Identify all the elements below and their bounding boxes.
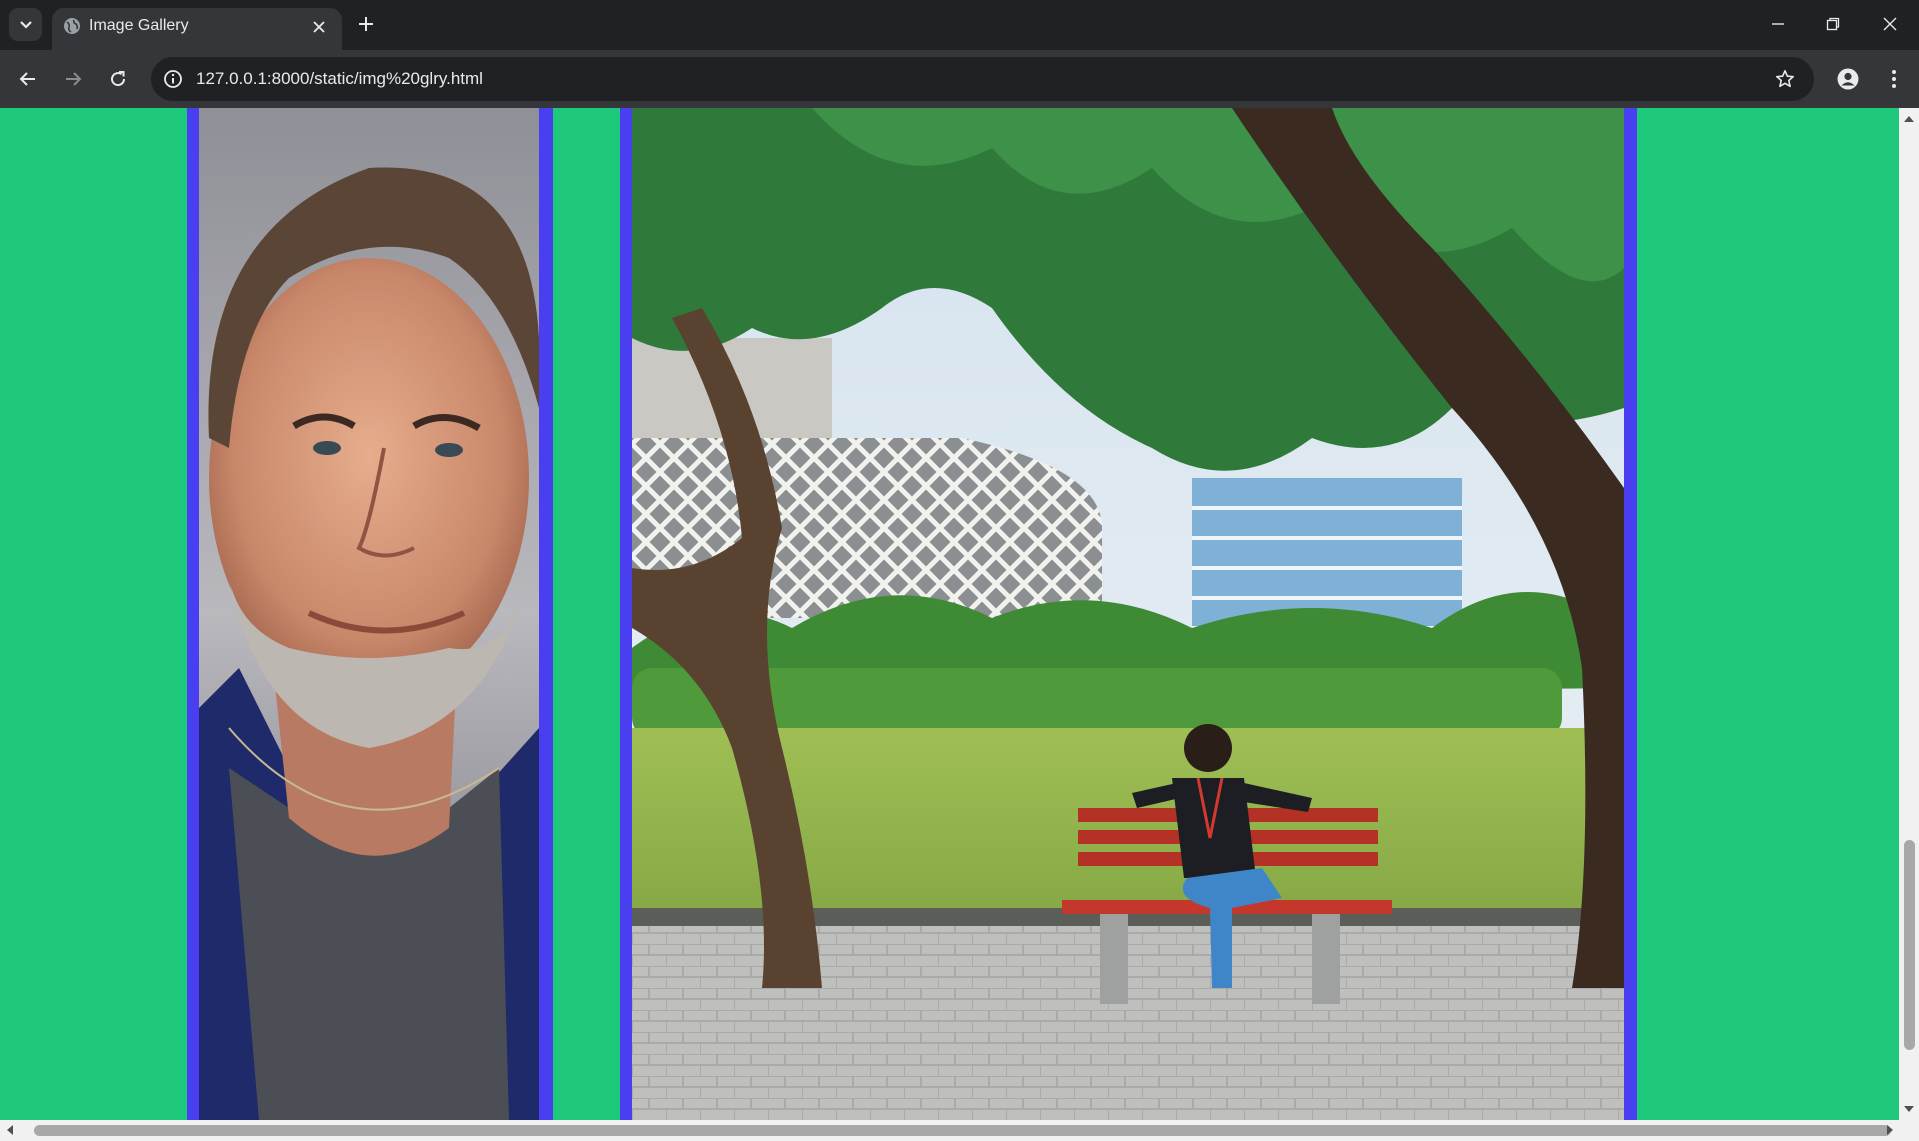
park-bench-photo <box>632 108 1624 1120</box>
scroll-right-arrow-icon[interactable] <box>1887 1125 1893 1135</box>
tab-close-button[interactable] <box>308 16 330 38</box>
tab-strip: Image Gallery <box>0 0 1919 50</box>
scroll-down-arrow-icon[interactable] <box>1904 1106 1914 1112</box>
reload-icon <box>111 71 126 87</box>
portrait-photo <box>199 108 539 1120</box>
site-info-button[interactable] <box>161 67 185 91</box>
minimize-button[interactable] <box>1764 10 1792 38</box>
browser-toolbar: 127.0.0.1:8000/static/img%20glry.html <box>0 50 1919 108</box>
horizontal-scrollbar[interactable] <box>0 1120 1919 1141</box>
tab-title: Image Gallery <box>89 17 189 34</box>
new-tab-button[interactable] <box>354 12 378 36</box>
close-window-button[interactable] <box>1876 10 1904 38</box>
globe-icon <box>64 18 80 34</box>
back-button[interactable] <box>12 63 44 95</box>
tab-search-button[interactable] <box>9 8 42 41</box>
url-text: 127.0.0.1:8000/static/img%20glry.html <box>196 69 483 88</box>
close-icon <box>1883 17 1897 31</box>
arrow-right-icon <box>66 72 82 86</box>
page-body <box>0 108 1899 1120</box>
profile-button[interactable] <box>1832 63 1864 95</box>
plus-icon <box>359 17 373 31</box>
browser-menu-button[interactable] <box>1878 63 1910 95</box>
vertical-scrollbar[interactable] <box>1899 108 1919 1120</box>
bookmark-button[interactable] <box>1773 67 1797 91</box>
active-tab[interactable]: Image Gallery <box>52 8 342 50</box>
restore-icon <box>1826 17 1840 31</box>
forward-button[interactable] <box>57 63 89 95</box>
address-bar[interactable]: 127.0.0.1:8000/static/img%20glry.html <box>151 57 1814 101</box>
person-icon <box>1837 68 1859 90</box>
scroll-left-arrow-icon[interactable] <box>7 1125 13 1135</box>
info-icon <box>164 70 182 88</box>
star-icon <box>1776 70 1794 88</box>
horizontal-scrollbar-thumb[interactable] <box>34 1125 1891 1136</box>
scroll-up-arrow-icon[interactable] <box>1904 116 1914 122</box>
portrait-image <box>199 108 539 1120</box>
reload-button[interactable] <box>102 63 134 95</box>
minimize-icon <box>1772 23 1784 25</box>
park-bench-image <box>632 108 1624 1120</box>
vertical-scrollbar-thumb[interactable] <box>1904 840 1915 1050</box>
restore-button[interactable] <box>1819 10 1847 38</box>
arrow-left-icon <box>19 72 35 86</box>
kebab-menu-icon <box>1892 70 1896 88</box>
close-icon <box>313 21 325 33</box>
chevron-down-icon <box>19 20 32 29</box>
